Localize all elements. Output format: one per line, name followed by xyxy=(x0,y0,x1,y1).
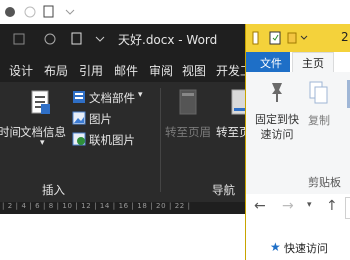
chevron-down-icon xyxy=(300,35,308,40)
customize-dropdown-icon xyxy=(95,36,105,42)
online-picture-button[interactable]: 联机图片 xyxy=(89,132,135,148)
tab-layout[interactable]: 布局 xyxy=(44,62,68,79)
header-footer-ribbon: 时间 文档信息 ▾ 文档部件 ▾ 图片 联机图片 插入 转至页眉 转至页 导航 xyxy=(0,82,260,202)
navigation-pane: ★ 快速访问 xyxy=(246,222,350,260)
tab-file-label: 文件 xyxy=(260,57,282,70)
ribbon-tabs: 设计 布局 引用 邮件 审阅 视图 开发工 xyxy=(0,54,260,82)
chevron-down-icon: ▾ xyxy=(40,138,45,148)
up-arrow-icon[interactable]: ↑ xyxy=(326,198,338,214)
picture-icon xyxy=(72,111,86,125)
address-bar[interactable] xyxy=(345,197,350,219)
go-to-header-button[interactable]: 转至页眉 xyxy=(165,124,211,140)
ruler-ticks: | 2 | 4 | 6 | 8 | 10 | 12 | 14 | 16 | 18… xyxy=(2,202,191,210)
tab-references[interactable]: 引用 xyxy=(79,62,103,79)
star-icon: ★ xyxy=(270,240,281,254)
explorer-ribbon: 固定到快 速访问 复制 剪贴板 xyxy=(246,72,350,194)
print-preview-icon xyxy=(71,32,82,45)
back-arrow-icon[interactable]: ← xyxy=(254,198,266,214)
copy-icon xyxy=(309,81,328,104)
date-time-button-label[interactable]: 时间 xyxy=(0,124,21,140)
forward-arrow-icon[interactable]: → xyxy=(282,198,294,214)
save-icon xyxy=(13,33,25,45)
clipboard-group-label: 剪贴板 xyxy=(308,176,341,189)
recent-locations-icon[interactable]: ▾ xyxy=(307,200,312,210)
insert-group-label: 插入 xyxy=(42,183,65,197)
picture-button[interactable]: 图片 xyxy=(89,111,112,127)
background-window-strip xyxy=(0,0,350,24)
tab-review[interactable]: 审阅 xyxy=(149,62,173,79)
word-title-bar: 天好.docx - Word xyxy=(0,24,260,54)
file-explorer-window: 2 文件 主页 固定到快 速访问 复制 剪贴板 ← → ▾ ↑ ★ 快速访问 xyxy=(245,24,350,260)
group-divider xyxy=(160,88,161,192)
navigation-group-label: 导航 xyxy=(212,183,235,197)
background-toolbar-icons xyxy=(5,5,75,18)
document-parts-button[interactable]: 文档部件 xyxy=(89,90,135,106)
tab-design[interactable]: 设计 xyxy=(9,62,33,79)
chevron-down-icon: ▾ xyxy=(138,90,143,100)
tab-mailings[interactable]: 邮件 xyxy=(114,62,138,79)
quick-access-nav-item[interactable]: 快速访问 xyxy=(284,240,328,256)
go-to-header-icon xyxy=(179,89,197,115)
copy-button[interactable]: 复制 xyxy=(308,112,330,128)
pin-icon xyxy=(272,83,282,102)
explorer-quick-access-icons xyxy=(252,31,308,45)
new-folder-icon xyxy=(287,32,297,44)
tab-home[interactable]: 主页 xyxy=(292,52,334,72)
document-info-icon xyxy=(31,90,50,114)
tab-file[interactable]: 文件 xyxy=(246,52,290,72)
folder-icon xyxy=(252,31,259,45)
explorer-tabs: 文件 主页 xyxy=(246,52,350,72)
document-parts-icon xyxy=(73,91,85,103)
tab-home-label: 主页 xyxy=(302,57,324,70)
online-picture-icon xyxy=(72,132,86,146)
word-window: 天好.docx - Word 设计 布局 引用 邮件 审阅 视图 开发工 时间 … xyxy=(0,24,260,214)
pin-to-quick-access-button[interactable]: 固定到快 速访问 xyxy=(253,112,301,142)
window-title: 天好.docx - Word xyxy=(118,33,218,47)
explorer-nav-bar: ← → ▾ ↑ xyxy=(246,194,350,222)
ruler: | 2 | 4 | 6 | 8 | 10 | 12 | 14 | 16 | 18… xyxy=(0,202,260,214)
undo-icon xyxy=(44,33,56,45)
quick-access-toolbar xyxy=(13,32,105,45)
tab-view[interactable]: 视图 xyxy=(182,62,206,79)
explorer-title-bar: 2 xyxy=(246,24,350,52)
properties-icon xyxy=(269,31,281,45)
explorer-title: 2 xyxy=(341,30,349,44)
